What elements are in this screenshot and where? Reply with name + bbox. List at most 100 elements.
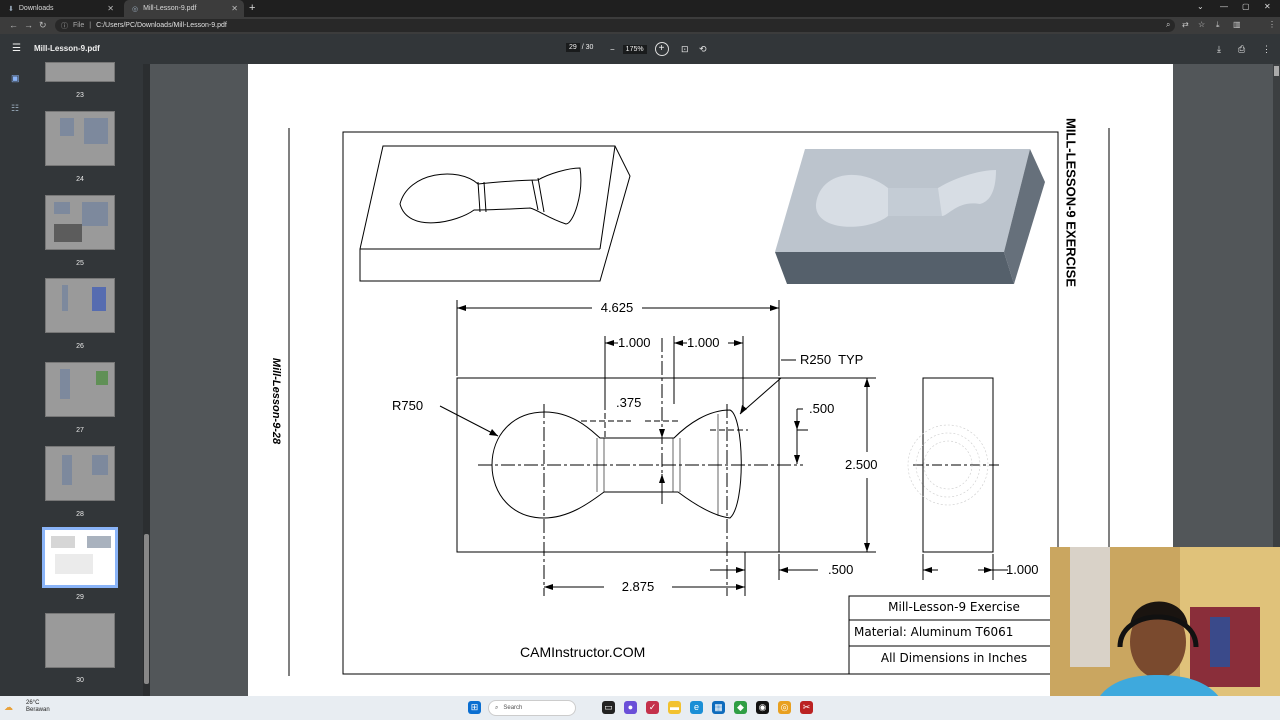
drawing-title: MILL-LESSON-9 EXERCISE (1063, 117, 1079, 288)
website-label: CAMInstructor.COM (520, 644, 646, 660)
url-scheme: File (73, 22, 85, 29)
pdf-filename: Mill-Lesson-9.pdf (34, 44, 100, 53)
thumbnail-24[interactable] (45, 111, 115, 166)
file-explorer-icon[interactable]: ▬ (668, 701, 681, 714)
thumbnails-icon[interactable]: ▣ (11, 73, 20, 84)
thumbnail-30[interactable] (45, 613, 115, 668)
weather-text: Berawan (26, 707, 50, 713)
thumbnail-28[interactable] (45, 446, 115, 501)
thumbnail-pane: 23 24 25 26 27 28 29 30 (33, 62, 150, 696)
zoom-input[interactable]: 175% (622, 44, 647, 54)
chrome-icon[interactable]: ◎ (778, 701, 791, 714)
close-icon[interactable]: ✕ (231, 4, 238, 13)
thumbnail-label: 23 (76, 92, 84, 99)
new-tab-button[interactable]: + (249, 2, 255, 14)
thumbnail-label: 29 (76, 594, 84, 601)
dim-offset: .500 (828, 562, 854, 577)
thumbnail-label: 25 (76, 260, 84, 267)
temperature-text: 26°C (26, 700, 40, 706)
dim-depth: .375 (616, 395, 642, 410)
weather-widget[interactable]: 26°C Berawan (26, 700, 50, 714)
minimize-icon[interactable]: — (1220, 2, 1228, 11)
outline-icon[interactable]: ☷ (11, 103, 19, 114)
start-icon[interactable]: ⊞ (468, 701, 481, 714)
weather-icon: ☁ (4, 702, 13, 712)
tab-label: Mill-Lesson-9.pdf (143, 5, 197, 12)
thumbnail-scrollbar[interactable] (143, 64, 150, 696)
url-text: C:/Users/PC/Downloads/Mill-Lesson-9.pdf (96, 22, 227, 29)
tab-label: Downloads (18, 5, 54, 12)
bookmark-star-icon[interactable]: ☆ (1198, 20, 1205, 29)
menu-kebab-icon[interactable]: ⋮ (1268, 20, 1276, 29)
obs-icon[interactable]: ◉ (756, 701, 769, 714)
globe-icon: ◎ (132, 5, 139, 13)
page-indicator: 29 / 30 (566, 43, 594, 52)
zoom-out-button[interactable]: − (610, 45, 615, 54)
tab-pdf[interactable]: ◎ Mill-Lesson-9.pdf ✕ (124, 0, 244, 17)
dim-thickness: 1.000 (1006, 562, 1039, 577)
url-field[interactable]: ⓘ File | C:/Users/PC/Downloads/Mill-Less… (55, 19, 1175, 32)
downloads-icon[interactable]: ⤓ (1216, 20, 1220, 30)
tab-search-icon[interactable]: ⌄ (1197, 2, 1204, 11)
edge-icon[interactable]: e (690, 701, 703, 714)
dim-height: 2.500 (845, 457, 878, 472)
page-total: / 30 (581, 44, 594, 51)
sidepanel-icon[interactable]: ▥ (1233, 20, 1241, 29)
fit-page-icon[interactable]: ⊡ (681, 44, 689, 55)
webcam-person-image (1050, 547, 1280, 720)
reload-icon[interactable]: ↻ (39, 20, 47, 31)
back-icon[interactable]: ← (9, 20, 18, 30)
zoom-in-button[interactable]: + (654, 42, 669, 56)
search-icon: ⌕ (495, 704, 499, 711)
dim-overall-length: 4.625 (600, 300, 634, 315)
app-green-icon[interactable]: ◆ (734, 701, 747, 714)
print-icon[interactable]: ⎙ (1238, 44, 1245, 55)
pdf-page: Mill-Lesson-9-28 MILL-LESSON-9 EXERCISE … (248, 64, 1173, 696)
side-label: Mill-Lesson-9-28 (270, 357, 282, 445)
thumbnail-27[interactable] (45, 362, 115, 417)
thumbnail-label: 30 (76, 677, 84, 684)
app-icon[interactable]: ✓ (646, 701, 659, 714)
maximize-icon[interactable]: ▢ (1242, 2, 1250, 11)
dim-radius-typ: R250 TYP (800, 352, 864, 367)
download-pdf-icon[interactable]: ⤓ (1217, 44, 1221, 55)
sidebar-tabs: ▣ ☷ (0, 64, 33, 696)
zoom-controls: − 175% + (610, 42, 669, 56)
dim-spacing: 2.875 (621, 579, 655, 594)
page-number-input[interactable]: 29 (566, 43, 580, 52)
title-block-units: All Dimensions in Inches (880, 651, 1028, 665)
dim-width-a: 1.000 (618, 335, 651, 350)
title-block-material: Material: Aluminum T6061 (854, 625, 1014, 639)
thumbnail-label: 24 (76, 176, 84, 183)
close-window-icon[interactable]: ✕ (1264, 2, 1271, 11)
windows-taskbar: ☁ 26°C Berawan ⊞ ⌕ Search ▭ ● ✓ ▬ e ▦ ◆ … (0, 696, 1280, 720)
dim-radius-large: R750 (392, 398, 424, 413)
thumbnail-25[interactable] (45, 195, 115, 250)
translate-icon[interactable]: ⇄ (1182, 20, 1189, 29)
rotate-icon[interactable]: ⟲ (699, 44, 707, 55)
thumbnail-23[interactable] (45, 62, 115, 82)
taskbar-search[interactable]: ⌕ Search (488, 700, 576, 716)
dim-gap-top: .500 (809, 401, 835, 416)
address-bar: ← → ↻ ⓘ File | C:/Users/PC/Downloads/Mil… (0, 17, 1280, 48)
thumbnail-29[interactable] (42, 527, 118, 588)
task-view-icon[interactable]: ▭ (602, 701, 615, 714)
thumbnail-label: 28 (76, 511, 84, 518)
zoom-icon[interactable]: ⌕ (1166, 20, 1170, 30)
webcam-overlay (1050, 547, 1280, 720)
thumbnail-26[interactable] (45, 278, 115, 333)
forward-icon[interactable]: → (24, 20, 33, 30)
hamburger-icon[interactable]: ☰ (12, 43, 21, 54)
app-red-icon[interactable]: ✂ (800, 701, 813, 714)
dim-width-b: 1.000 (687, 335, 720, 350)
more-options-icon[interactable]: ⋮ (1262, 44, 1271, 55)
tab-strip: ⬇ Downloads ✕ ◎ Mill-Lesson-9.pdf ✕ + ⌄ … (0, 0, 1280, 17)
close-icon[interactable]: ✕ (107, 4, 114, 13)
title-block-name: Mill-Lesson-9 Exercise (888, 600, 1020, 614)
search-placeholder: Search (503, 705, 523, 711)
chat-icon[interactable]: ● (624, 701, 637, 714)
info-icon: ⓘ (61, 22, 68, 30)
store-icon[interactable]: ▦ (712, 701, 725, 714)
tab-downloads[interactable]: ⬇ Downloads ✕ (0, 0, 120, 17)
pdf-toolbar: ☰ Mill-Lesson-9.pdf 29 / 30 − 175% + ⊡ ⟲… (0, 34, 1280, 64)
